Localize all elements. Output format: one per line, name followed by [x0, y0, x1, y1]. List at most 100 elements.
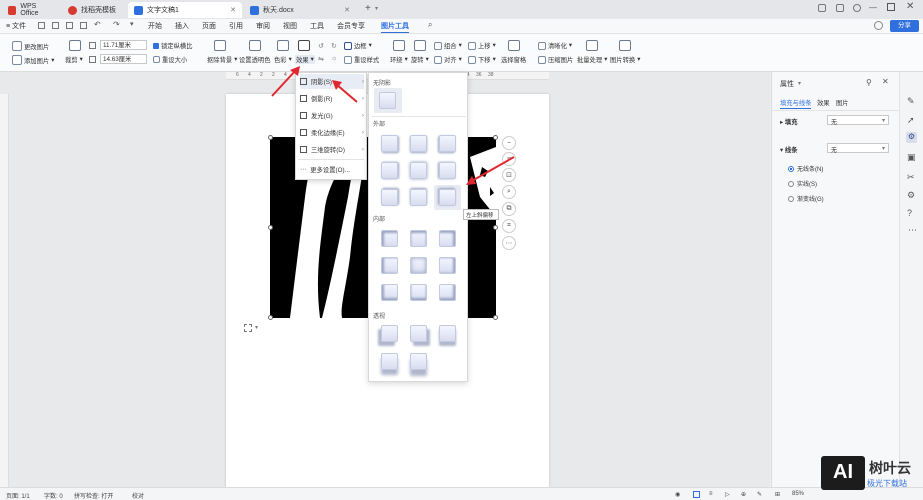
- change-picture-button[interactable]: 更改图片: [12, 41, 49, 51]
- close-icon[interactable]: ✕: [344, 6, 350, 14]
- anchor-icon[interactable]: [244, 324, 252, 332]
- pen-icon[interactable]: ✎: [907, 96, 915, 107]
- width-input[interactable]: 11.71厘米: [100, 40, 147, 50]
- crop-icon[interactable]: [69, 40, 81, 51]
- close-icon[interactable]: ✕: [882, 77, 889, 86]
- outline-view-icon[interactable]: ≡: [709, 491, 713, 497]
- layout-icon[interactable]: [836, 4, 844, 12]
- inner-shadow-option[interactable]: [410, 284, 427, 301]
- radio-solid-line[interactable]: 实线(S): [788, 179, 817, 188]
- cloud-icon[interactable]: [874, 21, 883, 30]
- resize-handle[interactable]: [493, 225, 498, 230]
- close-window-icon[interactable]: ✕: [906, 1, 914, 12]
- batch-button[interactable]: 批量处理 ▾: [577, 55, 607, 64]
- fill-select[interactable]: 无 ▾: [827, 115, 889, 126]
- fit-icon[interactable]: ⊞: [775, 491, 780, 498]
- file-menu[interactable]: ≡ 文件: [6, 21, 26, 31]
- redo-icon[interactable]: ↷: [113, 20, 120, 29]
- chevron-down-icon[interactable]: ▾: [255, 324, 258, 331]
- brightness-icon[interactable]: ☼: [331, 55, 337, 62]
- inner-shadow-option[interactable]: [410, 230, 427, 247]
- menu-reference[interactable]: 引用: [229, 21, 243, 31]
- window-icon[interactable]: [818, 4, 826, 12]
- eye-icon[interactable]: ◉: [675, 491, 680, 498]
- proofread[interactable]: 校对: [132, 491, 144, 500]
- chevron-down-icon[interactable]: ▾: [798, 80, 801, 87]
- perspective-option[interactable]: [410, 353, 427, 370]
- vertical-ruler[interactable]: [0, 94, 9, 487]
- pin-icon[interactable]: ⚲: [866, 78, 872, 87]
- new-tab-icon[interactable]: +: [365, 3, 371, 14]
- resize-handle[interactable]: [268, 225, 273, 230]
- inner-shadow-option[interactable]: [410, 257, 427, 274]
- menu-insert[interactable]: 插入: [175, 21, 189, 31]
- perspective-option[interactable]: [381, 325, 398, 342]
- picture-tool-icon[interactable]: ▣: [907, 152, 916, 163]
- word-count[interactable]: 字数: 0: [44, 491, 63, 500]
- tab-picture[interactable]: 图片: [836, 98, 849, 107]
- tab-effects[interactable]: 效果: [817, 98, 830, 107]
- height-input[interactable]: 14.63厘米: [100, 54, 147, 64]
- cursor-icon[interactable]: ➚: [907, 115, 915, 126]
- properties-icon[interactable]: ⚙: [906, 132, 917, 143]
- export-icon[interactable]: [52, 22, 59, 29]
- convert-button[interactable]: 图片转换 ▾: [610, 55, 640, 64]
- print-icon[interactable]: [66, 22, 73, 29]
- border-button[interactable]: 边框 ▾: [344, 41, 372, 50]
- inner-shadow-option[interactable]: [381, 257, 398, 274]
- line-select[interactable]: 无 ▾: [827, 143, 889, 154]
- menu-picture-tools[interactable]: 图片工具: [381, 21, 409, 33]
- save-icon[interactable]: [38, 22, 45, 29]
- inner-shadow-option[interactable]: [439, 284, 456, 301]
- remove-bg-button[interactable]: 抠除背景 ▾: [207, 55, 237, 64]
- menu-review[interactable]: 审阅: [256, 21, 270, 31]
- play-icon[interactable]: ▷: [725, 491, 730, 498]
- help-icon[interactable]: ?: [907, 208, 912, 218]
- tab-wps-office[interactable]: WPS Office: [2, 2, 60, 18]
- sharpen-button[interactable]: 清晰化 ▾: [538, 41, 572, 50]
- inner-shadow-option[interactable]: [381, 230, 398, 247]
- line-section-toggle[interactable]: ▾ 线条: [780, 145, 798, 154]
- perspective-option[interactable]: [410, 325, 427, 342]
- perspective-option[interactable]: [439, 325, 456, 342]
- menu-view[interactable]: 视图: [283, 21, 297, 31]
- add-picture-button[interactable]: 添加图片 ▾: [12, 55, 54, 65]
- copy-icon[interactable]: ⧉: [502, 202, 516, 216]
- pen-mode-icon[interactable]: ✎: [757, 491, 762, 498]
- inner-shadow-option[interactable]: [381, 284, 398, 301]
- page-count[interactable]: 页面: 1/1: [6, 491, 30, 500]
- page-view-icon[interactable]: [693, 491, 700, 498]
- inner-shadow-option[interactable]: [439, 257, 456, 274]
- radio-gradient-line[interactable]: 渐变线(G): [788, 194, 824, 203]
- more-options-icon[interactable]: ⋯: [502, 236, 516, 250]
- tab-autumn[interactable]: 秋天.docx ✕: [244, 2, 356, 18]
- avatar[interactable]: [853, 4, 861, 12]
- web-view-icon[interactable]: ⊕: [741, 491, 746, 498]
- share-button[interactable]: 分享: [890, 20, 919, 32]
- reset-size-button[interactable]: 重设大小: [153, 55, 187, 64]
- scissors-icon[interactable]: ✂: [907, 172, 915, 183]
- crop-button[interactable]: 裁剪 ▾: [65, 55, 83, 64]
- group-button[interactable]: 组合 ▾: [434, 41, 462, 50]
- more-icon[interactable]: ▾: [130, 20, 134, 28]
- inner-shadow-option[interactable]: [439, 230, 456, 247]
- tab-template[interactable]: 找稻壳模板: [62, 2, 126, 18]
- compress-button[interactable]: 压缩图片: [538, 55, 573, 64]
- spell-check[interactable]: 拼写检查: 打开: [74, 491, 113, 500]
- resize-handle[interactable]: [268, 315, 273, 320]
- rotate-left-icon[interactable]: ↺: [318, 42, 324, 50]
- lock-ratio-checkbox[interactable]: 锁定纵横比: [153, 41, 192, 50]
- menu-page[interactable]: 页面: [202, 21, 216, 31]
- undo-icon[interactable]: ↶: [94, 20, 101, 29]
- menu-member[interactable]: 会员专享: [337, 21, 365, 31]
- more-icon[interactable]: ⋯: [908, 225, 917, 236]
- radio-no-line[interactable]: 无线条(N): [788, 164, 823, 173]
- menu-start[interactable]: 开始: [148, 21, 162, 31]
- rotate-right-icon[interactable]: ↻: [331, 42, 337, 50]
- menu-tools[interactable]: 工具: [310, 21, 324, 31]
- zoom-level[interactable]: 85%: [792, 491, 804, 497]
- preview-icon[interactable]: [80, 22, 87, 29]
- maximize-icon[interactable]: [887, 3, 895, 11]
- gear-icon[interactable]: ⚙: [907, 190, 915, 201]
- perspective-option[interactable]: [381, 353, 398, 370]
